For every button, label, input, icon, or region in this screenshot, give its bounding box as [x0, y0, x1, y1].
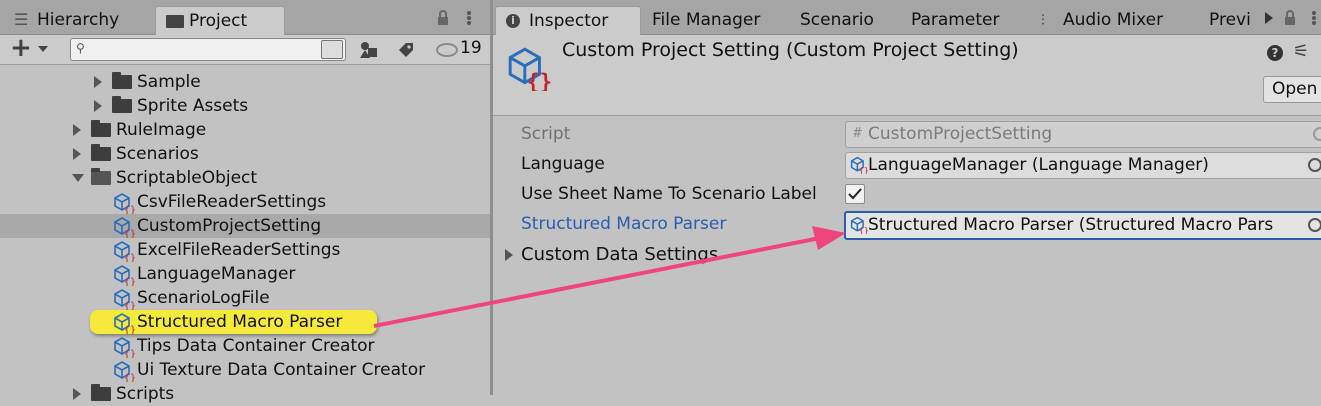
svg-text:{}: {}: [859, 165, 868, 174]
presets-icon[interactable]: ⚟: [1293, 41, 1309, 62]
tree-row[interactable]: {} ExcelFileReaderSettings: [0, 238, 490, 262]
folder-icon: [91, 120, 111, 137]
use-sheet-name-label: Use Sheet Name To Scenario Label: [521, 184, 817, 204]
visibility-toggle[interactable]: 19: [432, 37, 488, 61]
tree-row[interactable]: Scenarios: [0, 142, 490, 166]
scriptable-object-icon: {}: [114, 313, 135, 334]
more-menu-icon[interactable]: [466, 9, 472, 27]
structured-macro-parser-label: Structured Macro Parser: [521, 214, 727, 234]
folder-icon: [112, 72, 132, 89]
tab-hierarchy[interactable]: ☰ Hierarchy: [10, 6, 150, 34]
tab-project[interactable]: Project: [155, 6, 285, 35]
tree-row[interactable]: Sample: [0, 70, 490, 94]
more-menu-icon[interactable]: [1311, 9, 1317, 27]
language-field[interactable]: {} LanguageManager (Language Manager): [845, 152, 1321, 179]
mixer-sliders-icon: ⫶: [1041, 11, 1045, 29]
scriptable-object-icon: {}: [850, 156, 868, 174]
tree-row[interactable]: {} LanguageManager: [0, 262, 490, 286]
project-panel: ☰ Hierarchy Project + ⚲ 19 Sample Sprite…: [0, 0, 490, 404]
lock-icon[interactable]: [1283, 9, 1297, 27]
scriptable-object-icon: {}: [114, 217, 135, 238]
language-label: Language: [521, 154, 605, 174]
custom-data-settings-foldout[interactable]: Custom Data Settings: [505, 243, 805, 267]
inspector-title: Custom Project Setting (Custom Project S…: [562, 39, 1019, 61]
svg-text:{}: {}: [124, 301, 135, 310]
structured-macro-parser-field[interactable]: {} Structured Macro Parser (Structured M…: [844, 211, 1321, 240]
add-button[interactable]: +: [6, 34, 54, 63]
script-field: # CustomProjectSetting: [845, 121, 1321, 148]
svg-text:{}: {}: [124, 349, 135, 358]
svg-text:{}: {}: [124, 205, 135, 214]
scriptable-object-icon: {}: [850, 216, 868, 234]
tab-preview[interactable]: Previ: [1209, 6, 1259, 34]
inspector-header: {} Custom Project Setting (Custom Projec…: [493, 35, 1321, 116]
tree-row[interactable]: Sprite Assets: [0, 94, 490, 118]
svg-text:{}: {}: [859, 225, 868, 234]
tree-row[interactable]: {} CustomProjectSetting: [0, 214, 490, 238]
tree-row[interactable]: {} Tips Data Container Creator: [0, 334, 490, 358]
eye-icon: [436, 43, 458, 57]
folder-icon: [91, 144, 111, 161]
svg-text:{}: {}: [124, 373, 135, 382]
expand-arrow-icon[interactable]: [94, 76, 102, 88]
svg-text:{}: {}: [124, 325, 135, 334]
svg-text:{}: {}: [527, 70, 552, 91]
script-label: Script: [521, 124, 571, 144]
svg-text:{}: {}: [124, 277, 135, 286]
tree-row[interactable]: {} Ui Texture Data Container Creator: [0, 358, 490, 382]
help-icon[interactable]: ?: [1267, 45, 1283, 61]
checkmark-icon: [848, 188, 862, 200]
tab-inspector[interactable]: i Inspector: [495, 6, 641, 35]
hierarchy-list-icon: ☰: [14, 10, 29, 29]
search-field[interactable]: ⚲: [70, 38, 346, 61]
svg-text:{}: {}: [124, 229, 135, 238]
lock-icon[interactable]: [436, 9, 450, 27]
tree-row[interactable]: RuleImage: [0, 118, 490, 142]
object-picker-icon[interactable]: [1308, 158, 1321, 172]
tree-row[interactable]: {} ScenarioLogFile: [0, 286, 490, 310]
tree-row[interactable]: {} CsvFileReaderSettings: [0, 190, 490, 214]
svg-text:{}: {}: [124, 253, 135, 262]
tab-scroll-right-icon[interactable]: [1265, 12, 1273, 24]
object-picker-icon[interactable]: [1308, 218, 1321, 232]
tab-scenario[interactable]: Scenario: [800, 6, 874, 34]
scriptable-object-icon: {}: [114, 193, 135, 214]
search-by-type-icon[interactable]: [321, 40, 343, 59]
tab-parameter[interactable]: Parameter: [911, 6, 999, 34]
scriptable-object-icon: {}: [114, 265, 135, 286]
scriptable-object-icon: {}: [508, 47, 552, 91]
collapse-arrow-icon[interactable]: [72, 174, 84, 182]
folder-icon: [91, 384, 111, 401]
script-hash-icon: #: [852, 126, 863, 141]
folder-icon: [166, 15, 184, 28]
open-button[interactable]: Open: [1263, 76, 1321, 103]
scriptable-object-icon: {}: [114, 337, 135, 358]
use-sheet-name-checkbox[interactable]: [845, 184, 865, 204]
filter-by-label-icon[interactable]: [396, 40, 416, 60]
project-tree: Sample Sprite Assets RuleImage Scenarios…: [0, 68, 490, 404]
expand-arrow-icon[interactable]: [73, 124, 81, 136]
expand-arrow-icon[interactable]: [73, 388, 81, 400]
chevron-down-icon: [38, 46, 48, 52]
expand-arrow-icon: [505, 249, 513, 261]
inspector-panel: i Inspector File Manager Scenario Parame…: [493, 0, 1321, 395]
search-input[interactable]: [91, 40, 315, 59]
tree-row[interactable]: {} Structured Macro Parser: [0, 310, 490, 334]
tree-row[interactable]: ScriptableObject: [0, 166, 490, 190]
search-icon: ⚲: [76, 41, 85, 55]
filter-by-type-icon[interactable]: [358, 40, 380, 60]
scriptable-object-icon: {}: [114, 241, 135, 262]
tree-row[interactable]: Scripts: [0, 382, 490, 406]
expand-arrow-icon[interactable]: [73, 148, 81, 160]
object-picker-icon[interactable]: [1313, 127, 1321, 141]
folder-open-icon: [91, 168, 111, 185]
scriptable-object-icon: {}: [114, 289, 135, 310]
expand-arrow-icon[interactable]: [94, 100, 102, 112]
folder-icon: [112, 96, 132, 113]
scriptable-object-icon: {}: [114, 361, 135, 382]
tab-file-manager[interactable]: File Manager: [652, 6, 760, 34]
info-icon: i: [506, 14, 520, 28]
